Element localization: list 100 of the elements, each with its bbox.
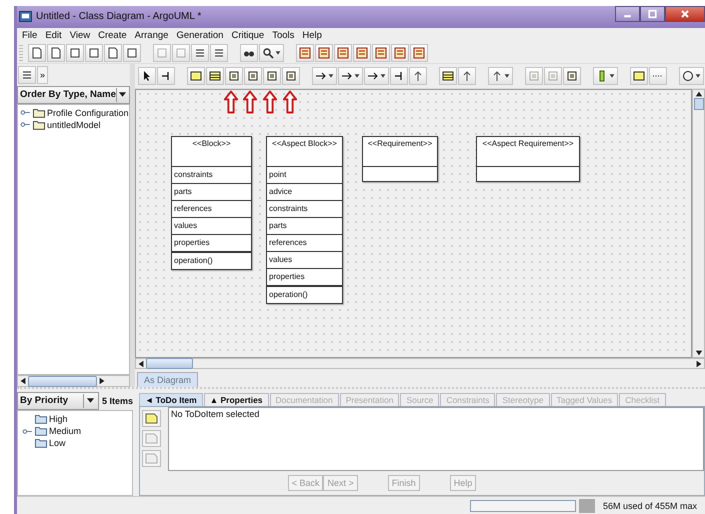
tool-button[interactable]: [138, 66, 156, 85]
tool-button[interactable]: [353, 44, 371, 62]
tree-handle-icon[interactable]: [20, 121, 31, 128]
tool-button[interactable]: [157, 66, 175, 85]
list-icon: [213, 46, 225, 59]
details-tab[interactable]: ◄ ToDo Item: [139, 393, 203, 406]
box-icon: [528, 70, 540, 82]
tree-item[interactable]: Profile Configuration: [47, 108, 129, 118]
close-icon: [680, 9, 690, 19]
tool-button[interactable]: [206, 66, 224, 85]
tool-button[interactable]: [263, 66, 281, 85]
tool-button[interactable]: [282, 66, 300, 85]
menu-item[interactable]: File: [19, 30, 40, 41]
attribute-label: constraints: [269, 204, 308, 214]
diagram-icon: [375, 46, 387, 59]
menu-item[interactable]: Create: [95, 30, 130, 41]
menu-item[interactable]: Help: [299, 30, 325, 41]
attribute-label: point: [269, 170, 286, 180]
new-item-button[interactable]: [142, 410, 161, 428]
diagram-tab[interactable]: As Diagram: [137, 372, 198, 388]
tool-button[interactable]: [259, 44, 284, 62]
stereotype-label: <<Requirement>>: [368, 138, 432, 148]
caret-icon: [695, 72, 701, 79]
attribute-label: parts: [174, 187, 192, 196]
menu-item[interactable]: Arrange: [132, 30, 172, 41]
tool-button[interactable]: [488, 66, 513, 85]
tool-button[interactable]: [18, 66, 36, 84]
menu-item[interactable]: Tools: [269, 30, 298, 41]
scroll-thumb[interactable]: [28, 376, 97, 387]
scroll-down-icon[interactable]: [694, 349, 702, 358]
tool-button[interactable]: [123, 44, 141, 62]
tool-button[interactable]: [47, 44, 65, 62]
tool-button[interactable]: [439, 66, 457, 85]
tool-button[interactable]: [630, 66, 648, 85]
more-button[interactable]: »: [37, 66, 48, 84]
tree-item[interactable]: untitledModel: [47, 120, 101, 130]
scroll-thumb[interactable]: [146, 358, 194, 370]
vertical-scrollbar[interactable]: [692, 88, 705, 358]
tool-button[interactable]: [391, 44, 409, 62]
attribute-label: values: [269, 255, 292, 264]
tool-button[interactable]: [244, 66, 262, 85]
maximize-button[interactable]: [640, 6, 665, 22]
tool-button[interactable]: [315, 44, 333, 62]
tool-button[interactable]: [225, 66, 243, 85]
horizontal-scrollbar[interactable]: [135, 358, 705, 370]
tool-button[interactable]: [66, 44, 84, 62]
tool-button[interactable]: [240, 44, 258, 62]
note-icon: [633, 70, 645, 82]
up-arrow-icon: [224, 90, 238, 114]
tool-button[interactable]: [364, 66, 389, 85]
tool-button[interactable]: [28, 44, 46, 62]
menu-item[interactable]: Critique: [228, 30, 268, 41]
tool-button[interactable]: [409, 66, 427, 85]
maximize-icon: [647, 9, 658, 19]
tree-item[interactable]: Medium: [49, 426, 82, 436]
tool-button[interactable]: [296, 44, 314, 62]
scroll-right-icon[interactable]: [695, 360, 703, 368]
tool-button[interactable]: [410, 44, 428, 62]
details-tab[interactable]: ▲ Properties: [204, 393, 269, 406]
operation-label: operation(): [269, 290, 308, 300]
attribute-label: properties: [269, 272, 305, 282]
tree-handle-icon[interactable]: [22, 428, 33, 435]
folder-icon: [35, 426, 47, 436]
scroll-thumb[interactable]: [694, 98, 704, 110]
tool-button[interactable]: [679, 66, 704, 85]
tool-button[interactable]: [563, 66, 581, 85]
tree-item[interactable]: High: [49, 414, 68, 424]
tool-button[interactable]: [593, 66, 618, 85]
diagram-icon: [356, 46, 368, 59]
menu-item[interactable]: Edit: [42, 30, 65, 41]
ordering-dropdown[interactable]: By Priority: [17, 392, 99, 410]
tool-button[interactable]: [210, 44, 228, 62]
perspective-dropdown[interactable]: Order By Type, Name: [17, 86, 130, 104]
scroll-up-icon[interactable]: [694, 90, 702, 98]
tool-button[interactable]: [104, 44, 122, 62]
tool-button[interactable]: [187, 66, 205, 85]
tree-item[interactable]: Low: [49, 438, 66, 448]
tool-button[interactable]: [312, 66, 337, 85]
horizontal-scrollbar[interactable]: [17, 375, 130, 388]
minimize-button[interactable]: [615, 6, 640, 22]
tool-button[interactable]: [390, 66, 408, 85]
menu-item[interactable]: Generation: [173, 30, 226, 41]
class-icon: [442, 70, 454, 82]
menu-item[interactable]: View: [66, 30, 94, 41]
tool-button[interactable]: [458, 66, 476, 85]
attribute-label: parts: [269, 221, 287, 230]
pointer-icon: [141, 70, 153, 82]
todo-message: No ToDoItem selected: [171, 409, 260, 420]
box-icon: [547, 70, 559, 82]
tool-button[interactable]: [191, 44, 209, 62]
attribute-label: properties: [174, 238, 210, 248]
tool-button[interactable]: [334, 44, 352, 62]
close-button[interactable]: [665, 6, 705, 22]
stereotype-label: <<Aspect Block>>: [272, 138, 337, 148]
tool-button[interactable]: [338, 66, 363, 85]
list-icon: [194, 46, 206, 59]
tool-button[interactable]: [85, 44, 103, 62]
tool-button[interactable]: [372, 44, 390, 62]
tree-handle-icon[interactable]: [20, 109, 31, 116]
box-icon: [285, 70, 297, 82]
